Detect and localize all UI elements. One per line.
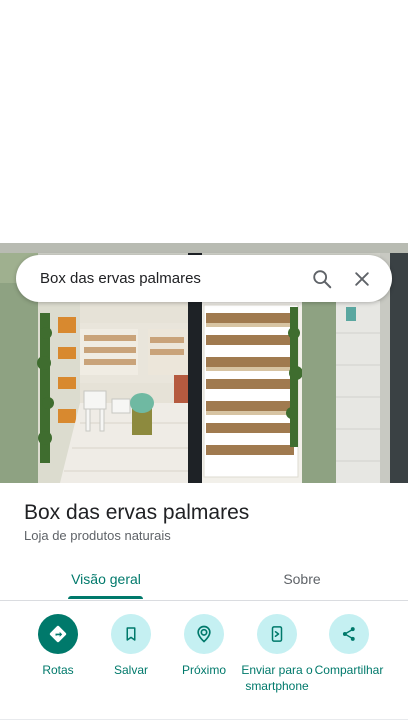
close-icon[interactable] [342,259,382,299]
directions-label: Rotas [42,663,74,677]
place-category: Loja de produtos naturais [24,528,171,543]
nearby-icon [184,614,224,654]
save-button[interactable]: Salvar [93,614,169,679]
send-to-phone-label: Enviar para o smartphone [241,663,313,693]
directions-icon [38,614,78,654]
share-button[interactable]: Compartilhar [311,614,387,679]
directions-button[interactable]: Rotas [20,614,96,679]
send-to-phone-icon [257,614,297,654]
bookmark-icon [111,614,151,654]
action-buttons: Rotas Salvar Próximo Enviar para o smart… [0,614,408,714]
search-input[interactable]: Box das ervas palmares [40,270,302,287]
tab-about[interactable]: Sobre [262,558,342,600]
tab-overview[interactable]: Visão geral [64,558,148,600]
place-title: Box das ervas palmares [24,501,250,524]
active-tab-indicator [68,596,143,599]
divider [0,719,408,720]
map-area [0,0,408,243]
tab-bar: Visão geral Sobre [0,558,408,601]
save-label: Salvar [113,663,148,677]
search-icon[interactable] [302,259,342,299]
share-icon [329,614,369,654]
nearby-label: Próximo [181,663,226,677]
nearby-button[interactable]: Próximo [166,614,242,679]
share-label: Compartilhar [314,663,384,677]
send-to-phone-button[interactable]: Enviar para o smartphone [239,614,315,694]
search-bar[interactable]: Box das ervas palmares [16,255,392,302]
